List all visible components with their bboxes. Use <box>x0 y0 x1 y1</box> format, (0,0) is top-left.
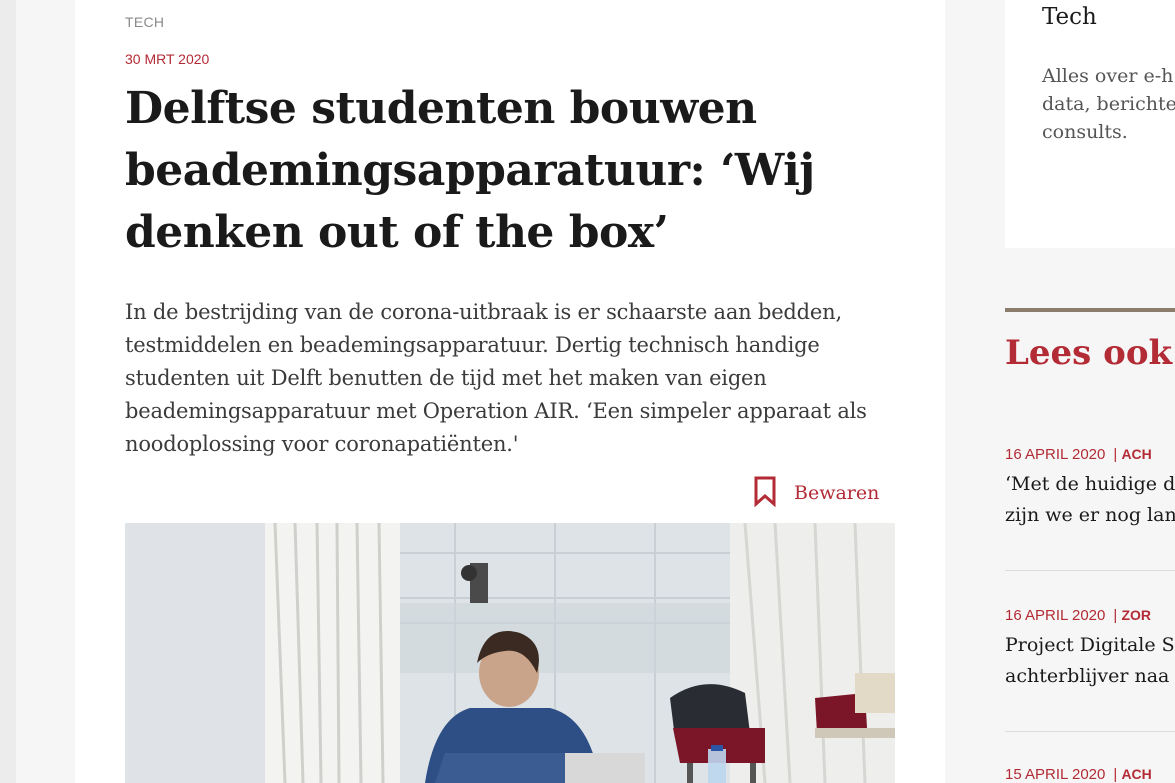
related-article-title[interactable]: ‘Met de huidige d zijn we er nog lan <box>1005 469 1175 531</box>
meta-separator: | <box>1113 766 1118 783</box>
save-label: Bewaren <box>794 482 880 504</box>
meta-separator: | <box>1113 446 1118 463</box>
related-article-title[interactable]: Project Digitale S achterblijver naa <box>1005 630 1175 692</box>
related-article-category[interactable]: ACH <box>1121 766 1151 782</box>
topic-card-title[interactable]: Tech <box>1042 4 1097 30</box>
related-article[interactable]: 16 APRIL 2020 | ZOR Project Digitale S ac… <box>1005 607 1175 692</box>
related-article-meta: 16 APRIL 2020 | ZOR <box>1005 607 1175 624</box>
related-article-date: 15 APRIL 2020 <box>1005 766 1106 783</box>
related-article-date: 16 APRIL 2020 <box>1005 607 1106 624</box>
related-divider <box>1005 731 1175 732</box>
related-article-category[interactable]: ACH <box>1121 446 1151 462</box>
save-button[interactable]: Bewaren <box>752 476 879 510</box>
article-intro: In de bestrijding van de corona-uitbraak… <box>125 300 867 456</box>
article-headline: Delftse studenten bouwen beademingsappar… <box>125 83 815 258</box>
lees-ook-heading: Lees ook <box>1005 333 1173 373</box>
meta-separator: | <box>1113 607 1118 624</box>
related-divider <box>1005 570 1175 571</box>
bookmark-icon <box>752 475 780 511</box>
article-category-link[interactable]: TECH <box>125 14 164 30</box>
related-article-meta: 15 APRIL 2020 | ACH <box>1005 766 1175 783</box>
lees-ook-rule <box>1005 308 1175 312</box>
article-photo <box>125 523 895 783</box>
page: TECH 30 MRT 2020 Delftse studenten bouwe… <box>0 0 1175 783</box>
related-article-date: 16 APRIL 2020 <box>1005 446 1106 463</box>
topic-card-description: Alles over e-h data, berichte consults. <box>1042 65 1175 143</box>
left-gutter <box>0 0 16 783</box>
related-article-category[interactable]: ZOR <box>1121 607 1151 623</box>
related-article[interactable]: 16 APRIL 2020 | ACH ‘Met de huidige d zij… <box>1005 446 1175 531</box>
related-article[interactable]: 15 APRIL 2020 | ACH <box>1005 766 1175 783</box>
article-date: 30 MRT 2020 <box>125 51 210 67</box>
related-article-meta: 16 APRIL 2020 | ACH <box>1005 446 1175 463</box>
